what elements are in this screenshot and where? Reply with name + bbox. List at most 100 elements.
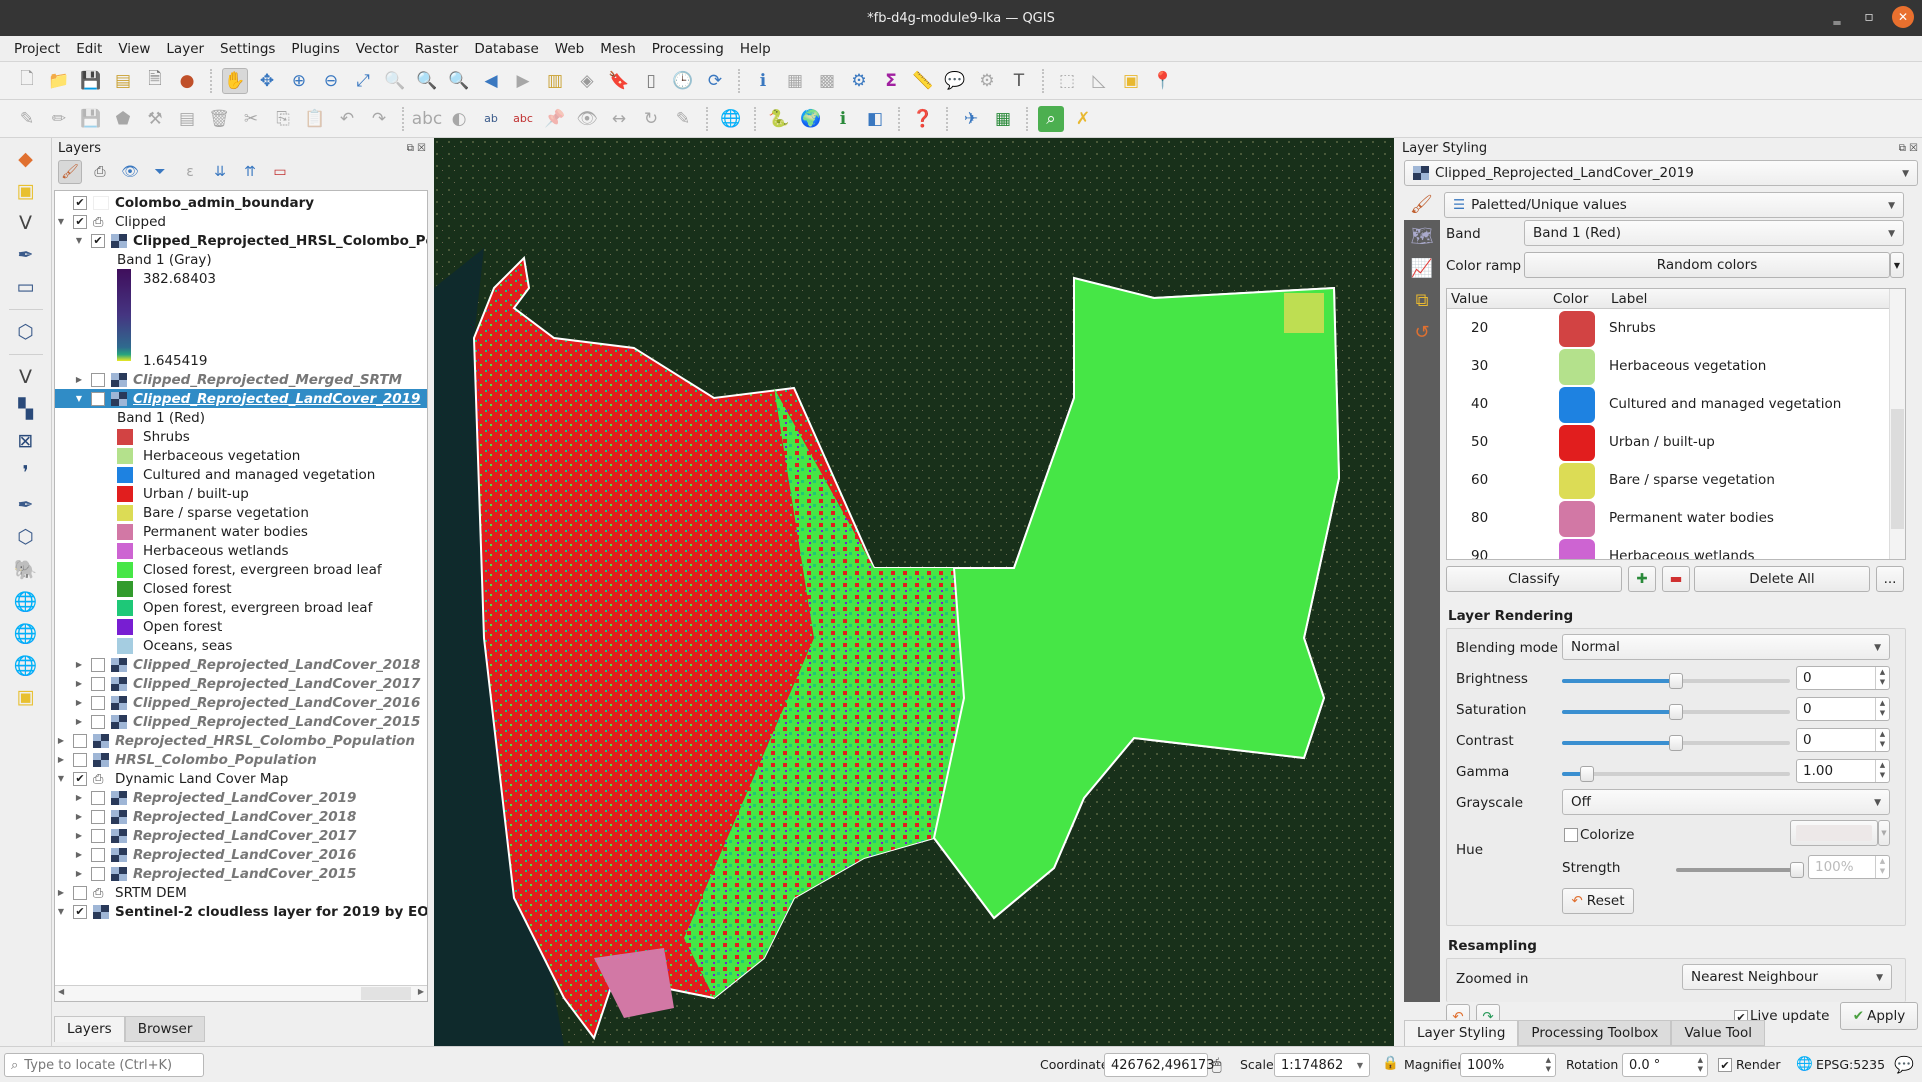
pan-to-selection-icon[interactable]: ✥ [254,68,280,94]
apply-button[interactable]: ✔ Apply [1840,1002,1918,1030]
class-value[interactable]: 30 [1471,358,1488,374]
zoom-last-icon[interactable]: ◀ [478,68,504,94]
remove-layer-icon[interactable]: ▭ [268,160,292,184]
expand-arrow-icon[interactable]: ▶ [73,812,85,821]
layer-checkbox[interactable] [91,714,105,729]
layer-checkbox[interactable] [91,847,105,862]
class-value[interactable]: 90 [1471,548,1488,559]
class-label[interactable]: Cultured and managed vegetation [1609,396,1841,412]
change-label-icon[interactable]: ✎ [670,106,696,132]
class-value[interactable]: 40 [1471,396,1488,412]
filter-legend-icon[interactable]: ⏷ [148,160,172,184]
class-color-swatch[interactable] [1559,349,1595,385]
spin-arrows-icon[interactable]: ▲ ▼ [1875,729,1889,751]
column-label[interactable]: Label [1611,291,1647,307]
gamma-spinbox[interactable]: 1.00 ▲ ▼ [1796,759,1890,783]
add-raster-layer-icon[interactable]: ▚ [11,396,41,422]
expand-arrow-icon[interactable]: ▶ [73,698,85,707]
add-mesh-layer-icon[interactable]: ⊠ [11,428,41,454]
class-label[interactable]: Herbaceous wetlands [1609,548,1755,559]
collapse-arrow-icon[interactable]: ▼ [73,394,85,403]
palette-class-row[interactable]: 80 Permanent water bodies [1447,500,1889,538]
expand-arrow-icon[interactable]: ▶ [73,793,85,802]
layer-item[interactable]: ▶ Clipped_Reprojected_LandCover_2018 [73,655,421,674]
collapse-arrow-icon[interactable]: ▼ [55,217,67,226]
select-location-icon[interactable]: 📍 [1150,68,1176,94]
close-panel-icon[interactable]: ☒ [1909,143,1918,154]
zoom-in-icon[interactable]: ⊕ [286,68,312,94]
spin-arrows-icon[interactable]: ▲ ▼ [1698,1056,1703,1074]
toggle-editing-icon[interactable]: ✏ [46,106,72,132]
scrollbar-thumb[interactable] [361,987,411,1000]
class-color-swatch[interactable] [1559,311,1595,347]
maximize-button[interactable]: ▫ [1860,9,1878,25]
class-color-swatch[interactable] [1559,387,1595,423]
table-refresh-icon[interactable]: ▦ [990,106,1016,132]
delete-selected-icon[interactable]: 🗑 [206,106,232,132]
float-panel-icon[interactable]: ⧉ [1899,143,1906,154]
float-panel-icon[interactable]: ⧉ [407,143,414,154]
layer-item[interactable]: ▼ ✔ Clipped_Reprojected_HRSL_Colombo_Po [73,231,427,250]
redo-icon[interactable]: ↷ [366,106,392,132]
spin-arrows-icon[interactable]: ▲ ▼ [1875,760,1889,782]
layer-item[interactable]: ▶ Reprojected_LandCover_2015 [73,864,356,883]
zoom-out-icon[interactable]: ⊖ [318,68,344,94]
class-label[interactable]: Permanent water bodies [1609,510,1774,526]
tab-layer-styling[interactable]: Layer Styling [1404,1020,1519,1046]
layer-item[interactable]: ▶ Clipped_Reprojected_LandCover_2016 [73,693,421,712]
measure-line-icon[interactable]: 📏 [910,68,936,94]
menu-raster[interactable]: Raster [407,41,467,57]
tab-value-tool[interactable]: Value Tool [1671,1020,1766,1046]
colorize-checkbox[interactable] [1564,828,1578,842]
menu-layer[interactable]: Layer [158,41,212,57]
actions-icon[interactable]: ⚙ [974,68,1000,94]
tab-layers[interactable]: Layers [54,1016,125,1042]
statistical-summary-icon[interactable]: Σ [878,68,904,94]
saturation-spinbox[interactable]: 0 ▲ ▼ [1796,697,1890,721]
zoom-to-selection-icon[interactable]: 🔍 [382,68,408,94]
strength-spinbox[interactable]: 100% ▲ ▼ [1808,855,1890,879]
layer-checkbox[interactable] [91,828,105,843]
menu-vector[interactable]: Vector [348,41,407,57]
menu-processing[interactable]: Processing [644,41,732,57]
layer-checkbox[interactable] [91,695,105,710]
processing-toolbox-icon[interactable]: ⚙ [846,68,872,94]
group-item[interactable]: ▼ ✔ ⎙ Dynamic Land Cover Map [55,769,288,788]
expand-arrow-icon[interactable]: ▶ [73,717,85,726]
class-label[interactable]: Urban / built-up [1609,434,1715,450]
layer-checkbox[interactable]: ✔ [73,214,87,229]
qgis-plugin-icon[interactable]: ✗ [1070,106,1096,132]
class-color-swatch[interactable] [1559,539,1595,559]
class-label[interactable]: Herbaceous vegetation [1609,358,1766,374]
search-plugin-icon[interactable]: ⌕ [1038,105,1064,132]
minimize-button[interactable]: ‗ [1828,9,1846,25]
style-manager-icon[interactable]: ● [174,68,200,94]
class-value[interactable]: 20 [1471,320,1488,336]
copy-features-icon[interactable]: ⎘ [270,106,296,132]
layer-item-selected[interactable]: ▼ ✔ Clipped_Reprojected_LandCover_2019 [55,389,427,408]
help-icon[interactable]: ❓ [910,106,936,132]
render-checkbox[interactable]: ✔ [1718,1058,1732,1072]
add-spatialite-layer-icon[interactable]: ⬡ [11,524,41,550]
palette-class-row[interactable]: 30 Herbaceous vegetation [1447,348,1889,386]
new-geopackage-layer-icon[interactable]: ▣ [11,178,41,204]
select-features-icon[interactable]: ⬚ [1054,68,1080,94]
class-label[interactable]: Shrubs [1609,320,1656,336]
menu-edit[interactable]: Edit [68,41,110,57]
palette-class-row[interactable]: 60 Bare / sparse vegetation [1447,462,1889,500]
identify-features-icon[interactable]: ℹ [750,68,776,94]
classify-button[interactable]: Classify [1446,566,1622,592]
undo-icon[interactable]: ↶ [334,106,360,132]
layer-selector[interactable]: Clipped_Reprojected_LandCover_2019 ▼ [1404,160,1918,186]
zoom-full-icon[interactable]: ⤢ [350,68,376,94]
table-vertical-scrollbar[interactable] [1889,289,1905,559]
add-class-button[interactable]: ✚ [1628,566,1656,592]
collapse-arrow-icon[interactable]: ▼ [73,236,85,245]
globe-icon[interactable]: 🌍 [798,106,824,132]
contrast-spinbox[interactable]: 0 ▲ ▼ [1796,728,1890,752]
slider-handle[interactable] [1669,673,1683,689]
expand-arrow-icon[interactable]: ▶ [55,736,67,745]
add-vector-layer-icon[interactable]: V [11,364,41,390]
layer-item[interactable]: ▶ Reprojected_LandCover_2018 [73,807,356,826]
diagram-icon[interactable]: ◐ [446,106,472,132]
